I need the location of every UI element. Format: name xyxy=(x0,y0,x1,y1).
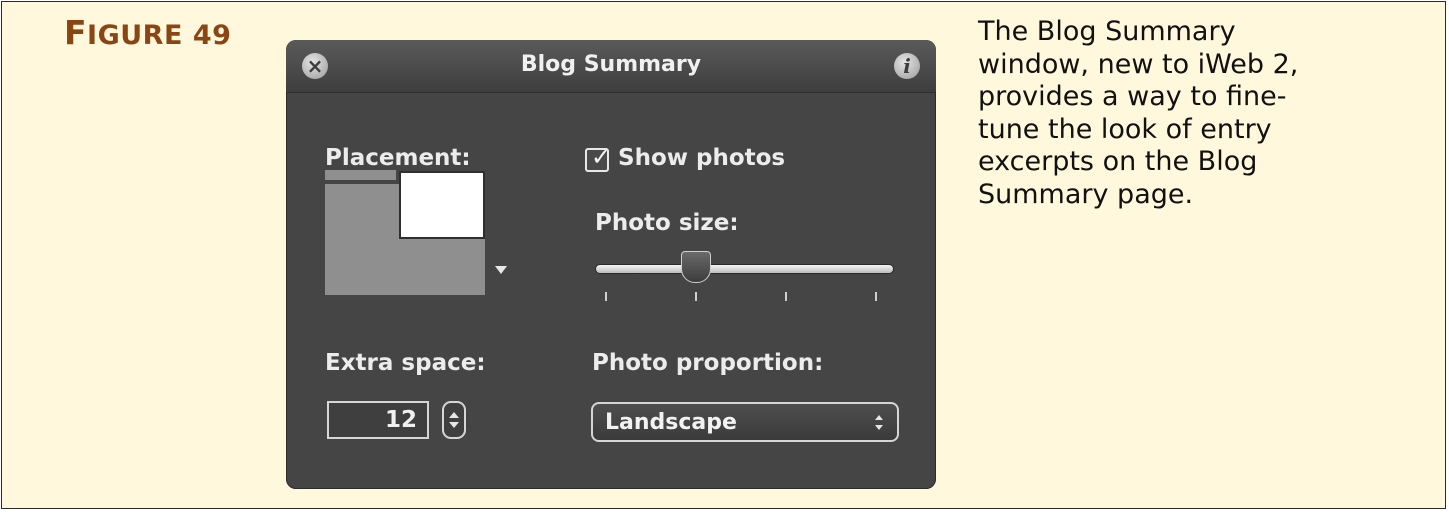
placement-photo-thumb xyxy=(399,171,485,239)
stepper-up-icon[interactable] xyxy=(449,412,459,418)
extra-space-input[interactable]: 12 xyxy=(327,401,429,439)
placement-title-bar xyxy=(325,170,396,180)
checkmark-icon: ✓ xyxy=(591,143,612,171)
figure-label-initial: F xyxy=(64,13,88,52)
stepper-down-icon[interactable] xyxy=(449,422,459,428)
figure-label: FIGURE 49 xyxy=(64,13,231,52)
window-titlebar: × Blog Summary i xyxy=(286,40,936,93)
placement-dropdown-arrow-icon[interactable] xyxy=(495,266,507,274)
info-icon[interactable]: i xyxy=(894,53,920,79)
placement-label: Placement: xyxy=(325,145,471,171)
photo-size-label: Photo size: xyxy=(595,210,739,236)
select-up-arrow-icon xyxy=(875,415,883,420)
figure-label-rest: IGURE 49 xyxy=(87,20,232,51)
window-title: Blog Summary xyxy=(520,52,702,77)
photo-size-slider-thumb[interactable] xyxy=(681,251,711,283)
photo-proportion-select[interactable]: Landscape xyxy=(591,402,899,442)
photo-proportion-label: Photo proportion: xyxy=(592,350,824,376)
slider-tick xyxy=(785,292,787,301)
placement-preview[interactable] xyxy=(325,170,485,295)
slider-tick xyxy=(605,292,607,301)
blog-summary-window: × Blog Summary i Placement: ✓ Show photo… xyxy=(286,40,936,489)
extra-space-label: Extra space: xyxy=(325,350,486,376)
show-photos-checkbox[interactable]: ✓ xyxy=(585,143,611,172)
photo-size-slider-track[interactable] xyxy=(596,265,893,273)
select-down-arrow-icon xyxy=(875,425,883,430)
extra-space-stepper[interactable] xyxy=(442,401,466,439)
figure-caption: The Blog Summary window, new to iWeb 2, … xyxy=(978,16,1299,210)
slider-tick xyxy=(695,292,697,301)
photo-proportion-value: Landscape xyxy=(605,410,737,435)
show-photos-label: Show photos xyxy=(618,145,786,171)
slider-tick xyxy=(875,292,877,301)
